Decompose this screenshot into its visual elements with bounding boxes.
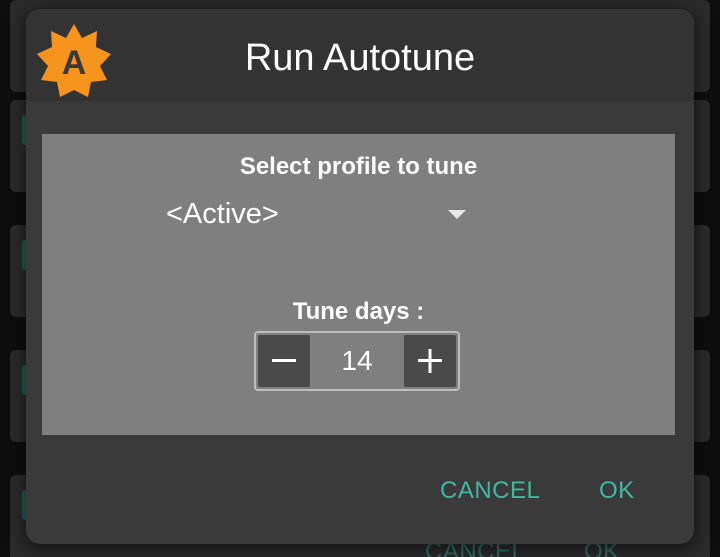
- dialog-title: Run Autotune: [244, 37, 476, 79]
- decrement-button[interactable]: [258, 335, 310, 387]
- plus-icon: [418, 349, 442, 373]
- app-icon-letter: A: [62, 44, 87, 82]
- dropdown-arrow-icon: [448, 210, 466, 219]
- autotune-settings-panel: Select profile to tune <Active> Tune day…: [42, 134, 675, 435]
- tune-days-stepper: 14: [254, 331, 460, 391]
- tune-days-label: Tune days :: [292, 298, 425, 325]
- profile-selected-value: <Active>: [166, 198, 279, 230]
- cancel-button[interactable]: CANCEL: [440, 477, 540, 505]
- profile-dropdown[interactable]: <Active>: [162, 192, 482, 238]
- minus-icon: [272, 359, 296, 362]
- tune-days-value[interactable]: 14: [312, 333, 402, 389]
- autotune-dialog: A Run Autotune Select profile to tune <A…: [26, 9, 694, 544]
- increment-button[interactable]: [404, 335, 456, 387]
- profile-label: Select profile to tune: [239, 153, 478, 180]
- ok-button[interactable]: OK: [599, 477, 635, 505]
- dialog-header: A Run Autotune: [26, 9, 694, 101]
- autotune-app-icon: A: [37, 24, 111, 97]
